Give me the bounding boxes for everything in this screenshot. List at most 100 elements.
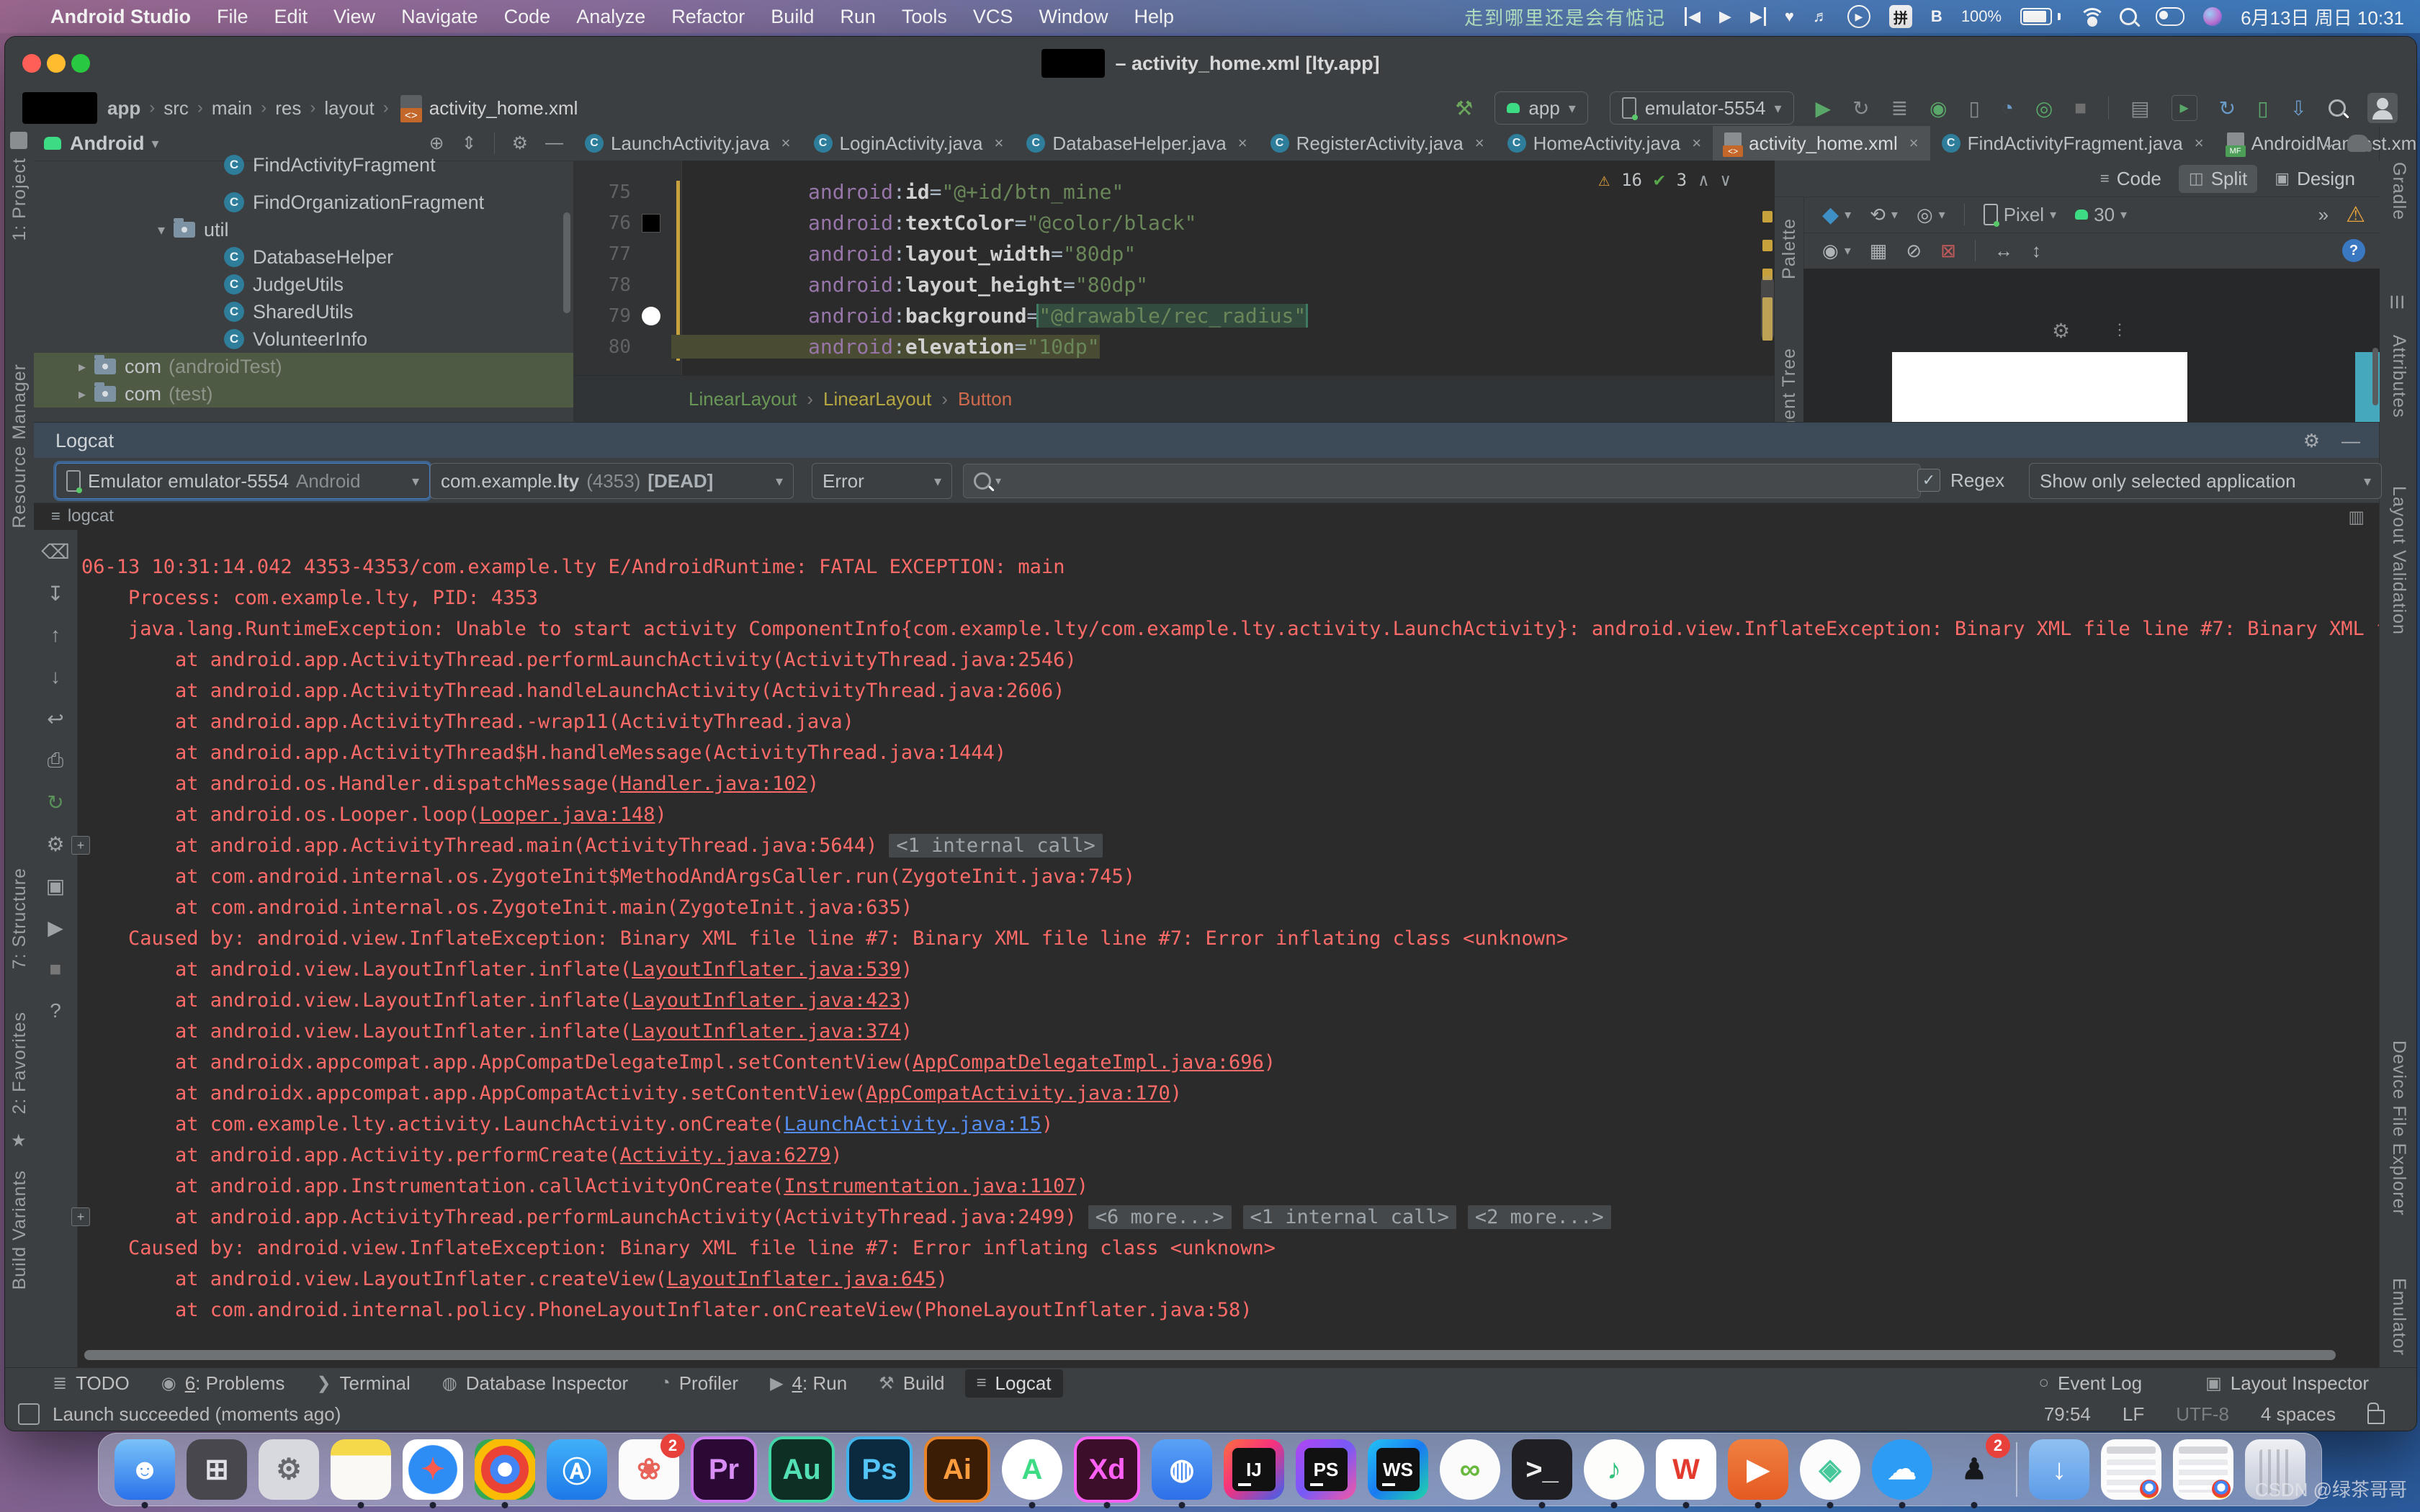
heart-icon[interactable]: ♥ — [1785, 7, 1794, 26]
dock-chrome-window-2[interactable] — [2173, 1439, 2233, 1500]
build-hammer-icon[interactable]: ⚒ — [1455, 96, 1473, 120]
tab-activity_home-xml[interactable]: activity_home.xml× — [1713, 126, 1930, 161]
mode-button-code[interactable]: ≡Code — [2090, 165, 2172, 193]
theme-icon[interactable]: ◎▾ — [1917, 204, 1945, 226]
overflow-chevrons-icon[interactable]: » — [2318, 204, 2329, 226]
code-line-79[interactable]: 79android:background="@drawable/rec_radi… — [573, 300, 1774, 331]
breadcrumb-item[interactable]: res — [275, 97, 301, 120]
collapsed-frames-badge[interactable]: <2 more...> — [1468, 1205, 1611, 1229]
window-titlebar[interactable]: – activity_home.xml [lty.app] — [5, 37, 2416, 91]
screen-icon[interactable]: ■ — [42, 956, 68, 982]
dock-photoshop[interactable]: Ps — [846, 1436, 913, 1503]
restart-icon[interactable]: ↻ — [42, 789, 68, 815]
stack-trace-link[interactable]: AppCompatDelegateImpl.java:696 — [913, 1051, 1264, 1074]
indent-setting[interactable]: 4 spaces — [2261, 1403, 2336, 1426]
tree-item-util[interactable]: ▾util — [34, 216, 573, 243]
editor-inspection-widget[interactable]: ⚠ 16 ✔ 3 ∧ ∨ — [1598, 169, 1731, 191]
dock-system-preferences[interactable]: ⚙ — [259, 1439, 319, 1500]
read-write-lock-icon[interactable] — [2367, 1410, 2385, 1424]
code-line-78[interactable]: 78android:layout_height="80dp" — [573, 269, 1774, 300]
tool-button-resource-manager[interactable]: Resource Manager — [9, 364, 30, 528]
dock-downloads-folder[interactable]: ↓ — [2029, 1439, 2089, 1500]
editor-breadcrumb-linearlayout[interactable]: LinearLayout — [689, 388, 797, 410]
next-issue-icon[interactable]: ∨ — [1721, 170, 1731, 190]
dock-audition[interactable]: Au — [768, 1436, 835, 1503]
breadcrumb-file[interactable]: activity_home.xml — [429, 97, 578, 120]
stack-trace-link[interactable]: LaunchActivity.java:15 — [784, 1113, 1041, 1135]
favorites-star-icon[interactable]: ★ — [11, 1130, 27, 1151]
logcat-filter-select[interactable]: Show only selected application ▾ — [2029, 463, 2382, 499]
design-surface-select[interactable]: ◆▾ — [1822, 202, 1851, 228]
tree-item-com[interactable]: ▸com(androidTest) — [34, 353, 573, 380]
run-tool-window-icon[interactable]: ▶ — [2172, 95, 2197, 121]
wifi-icon[interactable] — [2079, 8, 2101, 25]
tool-window-button-event-log[interactable]: ○Event Log — [2027, 1369, 2154, 1398]
project-scrollbar[interactable] — [563, 212, 570, 313]
prev-issue-icon[interactable]: ∧ — [1698, 170, 1708, 190]
tool-button-attributes[interactable]: Attributes — [2388, 335, 2409, 418]
menu-build[interactable]: Build — [771, 6, 814, 28]
menu-window[interactable]: Window — [1039, 6, 1108, 28]
design-canvas[interactable]: ⚙ ⋮ — [1803, 269, 2380, 422]
tab-findactivityfragment-java[interactable]: CFindActivityFragment.java× — [1930, 126, 2215, 161]
collapsed-frames-badge[interactable]: <1 internal call> — [1243, 1205, 1456, 1229]
screen-record-icon[interactable]: ▶ — [42, 914, 68, 940]
tab-close-icon[interactable]: × — [1692, 134, 1701, 153]
stack-trace-link[interactable]: Looper.java:148 — [480, 804, 655, 826]
sdk-manager-icon[interactable]: ⇩ — [2290, 96, 2307, 120]
project-tool-icon[interactable] — [10, 132, 27, 149]
tab-androidmanifest-xml[interactable]: AndroidManifest.xml× — [2215, 126, 2417, 161]
dock-app-store[interactable]: Ⓐ — [547, 1439, 607, 1500]
tree-chevron-icon[interactable]: ▸ — [70, 385, 94, 403]
dock-phpstorm[interactable]: PS — [1296, 1439, 1356, 1500]
logcat-log-area[interactable]: 06-13 10:31:14.042 4353-4353/com.example… — [81, 530, 2379, 1341]
play-circle-icon[interactable]: ▶ — [1847, 5, 1870, 28]
attach-debugger-icon[interactable]: ◎ — [2035, 96, 2053, 120]
logcat-panel-header[interactable]: Logcat ⚙ — — [34, 422, 2379, 459]
gradle-elephant-icon[interactable] — [2347, 135, 2369, 152]
dock-photos[interactable]: ❀2 — [619, 1439, 679, 1500]
stack-trace-link[interactable]: Handler.java:102 — [620, 773, 807, 795]
expand-frames-icon[interactable]: + — [71, 1207, 90, 1226]
tool-button-device-file-explorer[interactable]: Device File Explorer — [2388, 1040, 2409, 1216]
component-tree-label[interactable]: Component Tree — [1779, 348, 1800, 422]
tab-close-icon[interactable]: × — [1475, 134, 1484, 153]
attributes-sliders-icon[interactable]: ☰ — [2385, 294, 2406, 310]
code-line-76[interactable]: 76android:textColor="@color/black" — [573, 207, 1774, 238]
menubar-clock[interactable]: 6月13日 周日 10:31 — [2241, 4, 2404, 30]
user-avatar[interactable] — [2367, 93, 2398, 123]
logcat-columns-icon[interactable]: ▥ — [2348, 507, 2365, 528]
dock-intellij-idea[interactable]: IJ — [1224, 1439, 1284, 1500]
grid-icon[interactable]: ▦ — [1870, 240, 1888, 262]
tab-close-icon[interactable]: × — [781, 134, 791, 153]
stack-trace-link[interactable]: LayoutInflater.java:539 — [632, 958, 901, 981]
layout-preview[interactable] — [1892, 352, 2187, 422]
up-stack-trace-icon[interactable]: ↑ — [42, 622, 68, 648]
dock-qq-music[interactable]: ♪ — [1584, 1439, 1644, 1500]
collapsed-frames-badge[interactable]: <6 more...> — [1088, 1205, 1232, 1229]
tool-window-button-build[interactable]: ⚒Build — [867, 1369, 956, 1398]
breadcrumb-item[interactable]: layout — [324, 97, 374, 120]
file-encoding[interactable]: UTF-8 — [2176, 1403, 2229, 1426]
scroll-to-end-icon[interactable]: ↧ — [42, 580, 68, 606]
clear-logcat-icon[interactable]: ⌫ — [42, 539, 68, 564]
vertical-arrows-icon[interactable]: ↕ — [2032, 240, 2041, 262]
breadcrumb-item[interactable]: main — [212, 97, 252, 120]
tree-chevron-icon[interactable]: ▸ — [70, 358, 94, 376]
run-button[interactable]: ▶ — [1816, 96, 1832, 120]
dock-illustrator[interactable]: Ai — [924, 1436, 990, 1503]
tool-window-button-terminal[interactable]: ❯Terminal — [305, 1369, 421, 1398]
tool-window-button-layout-inspector[interactable]: ▣Layout Inspector — [2194, 1369, 2380, 1398]
code-line-80[interactable]: 80android:elevation="10dp" — [573, 331, 1774, 362]
debug-bug-icon[interactable]: ◉ — [1930, 96, 1947, 120]
dock-safari[interactable]: ✦ — [403, 1439, 463, 1500]
menu-edit[interactable]: Edit — [274, 6, 308, 28]
stack-trace-link[interactable]: LayoutInflater.java:645 — [667, 1268, 936, 1290]
editor-scrollbar[interactable] — [1761, 276, 1774, 341]
spotlight-search-icon[interactable] — [2120, 8, 2137, 25]
logcat-minimize-icon[interactable]: — — [2341, 430, 2360, 452]
apply-code-changes-icon[interactable]: ≣ — [1891, 96, 1908, 120]
bluetooth-icon[interactable]: B — [1931, 7, 1942, 26]
dock-chrome[interactable] — [475, 1439, 535, 1500]
tool-window-button-6-problems[interactable]: ◉6: Problems — [150, 1369, 297, 1398]
